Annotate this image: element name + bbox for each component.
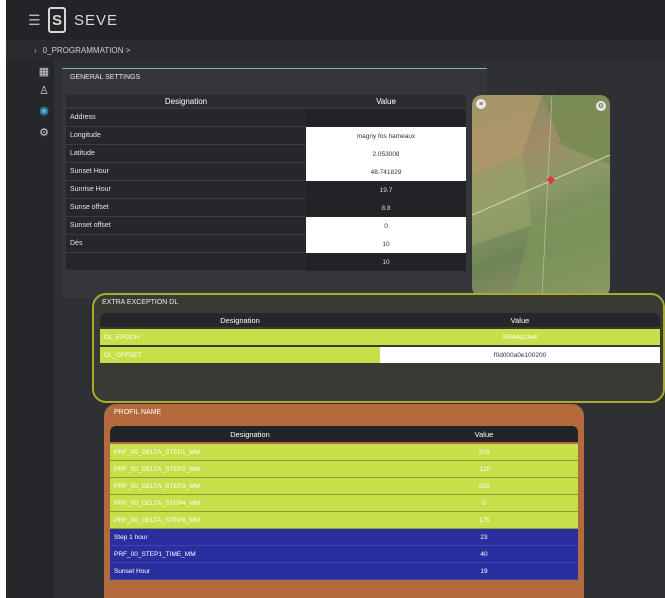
row-value[interactable]: f0d000a0e100200	[380, 347, 660, 363]
panel-title: EXTRA EXCEPTION DL	[102, 299, 179, 306]
row-value[interactable]: 19	[390, 563, 578, 579]
row-label: Latitude	[66, 145, 306, 163]
sidebar: ▦ ♙ ◉ ⚙	[6, 60, 54, 598]
row-value[interactable]: 175	[390, 512, 578, 528]
table-row: Address	[66, 109, 466, 127]
designation-header: Designation	[66, 95, 306, 107]
row-value[interactable]: 23	[390, 529, 578, 545]
table-row: DL_EPOCH 5f0d4e23e4	[100, 329, 660, 345]
row-label: PRF_00_DELTA_STEP5_MM	[114, 516, 201, 524]
row-label: Sunset offset	[66, 217, 306, 235]
table-row: Sunrise Hour 19.7	[66, 181, 466, 199]
profile-panel: PROFIL NAME Designation Value PRF_00_DEL…	[104, 404, 584, 598]
table-row: Dés 10	[66, 235, 466, 253]
gear-icon[interactable]: ⚙	[38, 126, 50, 139]
row-label: Sunse offset	[66, 199, 306, 217]
row-label	[66, 253, 306, 271]
breadcrumb-path[interactable]: 0_PROGRAMMATION >	[43, 46, 131, 55]
user-icon[interactable]: ♙	[38, 84, 50, 97]
table-row: Sunset Hour 48.741829	[66, 163, 466, 181]
row-label: PRF_00_DELTA_STEP1_MM	[114, 448, 201, 456]
row-label: DL_EPOCH	[104, 333, 140, 341]
row-value[interactable]: 10	[306, 235, 466, 253]
row-value[interactable]: 40	[390, 546, 578, 562]
building-icon[interactable]: ▦	[38, 65, 50, 78]
row-label: Dés	[66, 235, 306, 253]
row-value[interactable]	[306, 109, 466, 127]
row-label: Longitude	[66, 127, 306, 145]
value-header: Value	[306, 95, 466, 107]
table-row: Sunse offset 8.8	[66, 199, 466, 217]
app-logo: S	[48, 7, 66, 33]
table-row: Sunset offset 0	[66, 217, 466, 235]
row-value[interactable]: 215	[390, 444, 578, 460]
row-value[interactable]: 19.7	[306, 181, 466, 199]
table-row: PRF_00_DELTA_STEP5_MM 175	[110, 512, 578, 529]
table-row: Longitude magny fos hameaux	[66, 127, 466, 145]
table-row: PRF_00_DELTA_STEP2_MM -120	[110, 461, 578, 478]
row-label: PRF_00_DELTA_STEP3_MM	[114, 482, 201, 490]
table-row: DL_OFFSET f0d000a0e100200	[100, 347, 660, 363]
panel-title: GENERAL SETTINGS	[70, 74, 141, 81]
row-value[interactable]: 8.8	[306, 199, 466, 217]
row-value[interactable]: 0	[306, 217, 466, 235]
app-title: SEVE	[74, 11, 119, 29]
satellite-map[interactable]: ≡ ⚙	[472, 95, 610, 297]
row-label: Sunset Hour	[66, 163, 306, 181]
row-value[interactable]: 0	[390, 495, 578, 511]
logo-nav-icon[interactable]: ◉	[38, 104, 50, 117]
top-bar: ☰ S SEVE	[6, 0, 665, 40]
row-label: Sunset Hour	[114, 567, 151, 575]
designation-header: Designation	[230, 429, 270, 439]
app-window: ☰ S SEVE › 0_PROGRAMMATION > ▦ ♙ ◉ ⚙ GEN…	[6, 0, 665, 598]
table-row: Step 1 hour 23	[110, 529, 578, 546]
extra-exception-panel: EXTRA EXCEPTION DL Designation Value DL_…	[92, 293, 665, 403]
row-value[interactable]: -120	[390, 461, 578, 477]
chevron-right-icon[interactable]: ›	[34, 46, 37, 55]
table-header: Designation Value	[100, 313, 660, 327]
table-row: Sunset Hour 19	[110, 563, 578, 580]
table-header: Designation Value	[110, 426, 578, 442]
row-label: PRF_00_DELTA_STEP4_MM	[114, 499, 201, 507]
row-label: PRF_00_DELTA_STEP2_MM	[114, 465, 201, 473]
menu-icon[interactable]: ☰	[28, 12, 41, 29]
designation-header: Designation	[220, 315, 260, 325]
general-settings-panel: GENERAL SETTINGS Designation Value Addre…	[62, 68, 487, 298]
table-row: PRF_00_DELTA_STEP4_MM 0	[110, 495, 578, 512]
row-label: Sunrise Hour	[66, 181, 306, 199]
table-row: PRF_00_DELTA_STEP3_MM 220	[110, 478, 578, 495]
table-row: 10	[66, 253, 466, 271]
row-value[interactable]: 2.053008	[306, 145, 466, 163]
table-row: PRF_00_STEP1_TIME_MM 40	[110, 546, 578, 563]
row-label: PRF_00_STEP1_TIME_MM	[114, 550, 196, 558]
value-header: Value	[474, 429, 494, 439]
table-row: Latitude 2.053008	[66, 145, 466, 163]
row-value[interactable]: magny fos hameaux	[306, 127, 466, 145]
table-row: PRF_00_DELTA_STEP1_MM 215	[110, 444, 578, 461]
row-value[interactable]: 48.741829	[306, 163, 466, 181]
value-header: Value	[510, 315, 530, 325]
breadcrumb: › 0_PROGRAMMATION >	[6, 40, 665, 60]
row-label: Step 1 hour	[114, 533, 148, 541]
row-value[interactable]: 220	[390, 478, 578, 494]
row-label: DL_OFFSET	[104, 351, 142, 359]
row-value[interactable]: 10	[306, 253, 466, 271]
panel-title: PROFIL NAME	[114, 409, 162, 416]
map-menu-icon[interactable]: ≡	[476, 99, 486, 109]
row-label: Address	[66, 109, 306, 127]
map-terrain	[472, 95, 610, 297]
row-value[interactable]: 5f0d4e23e4	[380, 329, 660, 345]
map-settings-icon[interactable]: ⚙	[596, 101, 606, 111]
